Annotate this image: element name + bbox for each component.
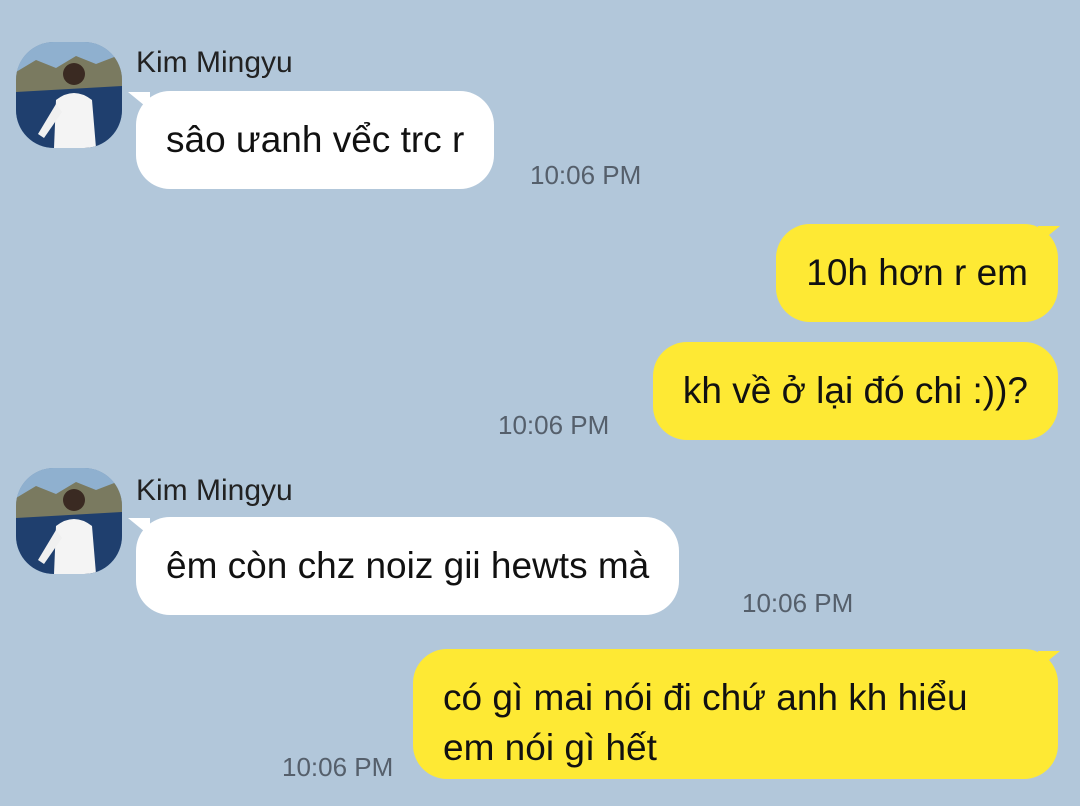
contact-avatar[interactable] [16,42,122,148]
message-bubble-incoming[interactable]: êm còn chz noiz gii hewts mà [136,517,680,615]
message-timestamp: 10:06 PM [742,588,854,618]
avatar-photo [16,42,122,148]
message-bubble-outgoing[interactable]: 10h hơn r em [776,224,1058,322]
avatar-photo [16,468,122,574]
message-timestamp: 10:06 PM [530,160,642,190]
message-bubble-outgoing[interactable]: kh về ở lại đó chi :))? [652,342,1058,440]
sender-name: Kim Mingyu [136,46,293,79]
sender-name: Kim Mingyu [136,474,293,507]
message-timestamp: 10:06 PM [282,752,394,782]
message-bubble-outgoing[interactable]: có gì mai nói đi chứ anh kh hiểu em nói … [413,649,1058,779]
message-bubble-incoming[interactable]: sâo ưanh vểc trc r [136,91,495,189]
message-timestamp: 10:06 PM [498,410,610,440]
contact-avatar[interactable] [16,468,122,574]
